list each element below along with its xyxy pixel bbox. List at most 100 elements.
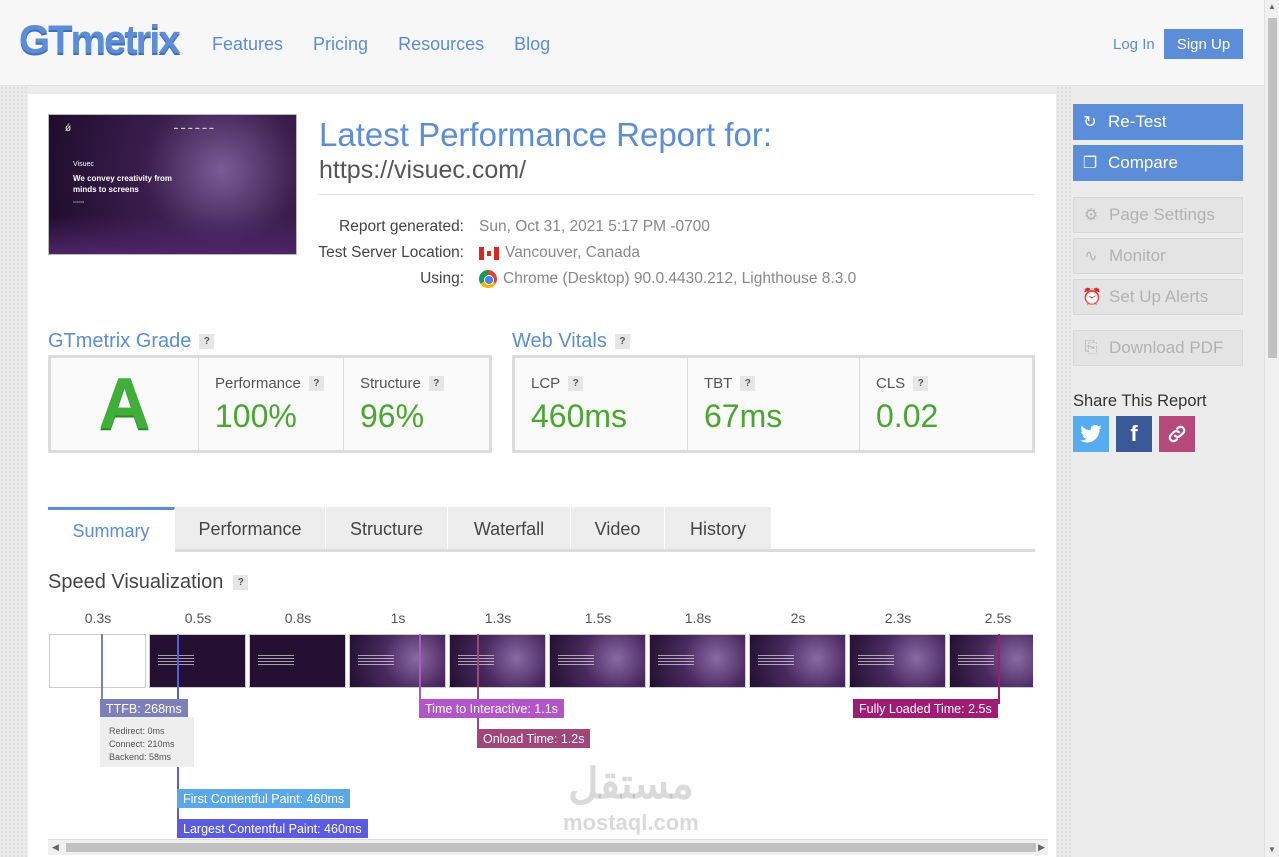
film-frame[interactable] <box>749 634 846 688</box>
frame-text <box>758 655 794 665</box>
login-link[interactable]: Log In <box>1113 36 1155 53</box>
lcp-value: 460ms <box>531 398 628 434</box>
time-label: 0.8s <box>284 610 312 626</box>
nav-pricing[interactable]: Pricing <box>313 34 368 55</box>
cls-cell: CLS ? 0.02 <box>860 358 1032 450</box>
film-frame[interactable] <box>549 634 646 688</box>
refresh-icon: ↻ <box>1083 114 1097 131</box>
retest-button[interactable]: ↻ Re-Test <box>1073 104 1243 140</box>
filmstrip-scrollbar[interactable]: ◀ ▶ <box>48 839 1048 855</box>
scroll-left-icon[interactable]: ◀ <box>52 842 59 853</box>
film-frame[interactable] <box>349 634 446 688</box>
ttfb-marker[interactable]: TTFB: 268ms <box>100 699 188 718</box>
gtmetrix-logo[interactable]: GTmetrix <box>19 18 181 63</box>
page-settings-button[interactable]: ⚙ Page Settings <box>1073 197 1243 233</box>
filmstrip-fade <box>1033 609 1056 857</box>
film-frame[interactable] <box>249 634 346 688</box>
grade-letter: A <box>98 364 151 444</box>
tab-history[interactable]: History <box>665 507 772 552</box>
film-frame[interactable] <box>49 634 146 688</box>
help-icon[interactable]: ? <box>199 334 215 349</box>
thumbnail-button: ▭▭▭ <box>73 199 85 204</box>
meta-row-location: Test Server Location: Vancouver, Canada <box>318 244 1039 270</box>
grade-section-title: GTmetrix Grade ? <box>48 330 215 353</box>
report-panel: ǿ ▬ ▬ ▬ ▬ ▬ ▬ Visuec We convey creativit… <box>28 94 1056 857</box>
time-label: 1.3s <box>484 610 512 626</box>
tab-performance[interactable]: Performance <box>175 507 326 552</box>
help-icon[interactable]: ? <box>614 334 630 349</box>
pdf-icon: ⎘ <box>1084 339 1098 356</box>
scroll-down-icon[interactable]: ▼ <box>1268 845 1276 854</box>
set-up-alerts-button[interactable]: ⏰ Set Up Alerts <box>1073 279 1243 315</box>
cls-label-wrap: CLS ? <box>876 375 929 392</box>
divider <box>319 194 1034 195</box>
monitor-button[interactable]: ∿ Monitor <box>1073 238 1243 274</box>
vitals-section-title: Web Vitals ? <box>512 330 630 353</box>
nav-features[interactable]: Features <box>212 34 283 55</box>
help-icon[interactable]: ? <box>740 376 756 391</box>
compare-button[interactable]: ❐ Compare <box>1073 145 1243 181</box>
tbt-value: 67ms <box>704 398 783 434</box>
signup-button[interactable]: Sign Up <box>1164 29 1243 59</box>
watermark: مستقل mostaql.com <box>563 760 699 838</box>
lcp-label-wrap: LCP ? <box>531 375 584 392</box>
fully-loaded-marker[interactable]: Fully Loaded Time: 2.5s <box>853 699 998 718</box>
help-icon[interactable]: ? <box>308 376 324 391</box>
meta-value-wrap: Chrome (Desktop) 90.0.4430.212, Lighthou… <box>479 270 856 288</box>
performance-cell: Performance ? 100% <box>199 358 344 450</box>
frame-text <box>458 655 494 665</box>
lcp-marker[interactable]: Largest Contentful Paint: 460ms <box>177 819 368 838</box>
fcp-marker[interactable]: First Contentful Paint: 460ms <box>177 789 351 808</box>
ttfb-redirect: Redirect: 0ms <box>109 726 165 736</box>
help-icon[interactable]: ? <box>428 376 444 391</box>
tab-waterfall[interactable]: Waterfall <box>448 507 571 552</box>
film-frame[interactable] <box>149 634 246 688</box>
tab-structure[interactable]: Structure <box>326 507 448 552</box>
time-label: 2s <box>790 610 806 626</box>
grade-cell: A <box>51 358 199 450</box>
tabs-divider <box>175 549 1035 552</box>
tbt-cell: TBT ? 67ms <box>688 358 860 450</box>
filmstrip[interactable] <box>48 634 1034 689</box>
filmstrip-times: 0.3s 0.5s 0.8s 1s 1.3s 1.5s 1.8s 2s 2.3s… <box>48 610 1034 630</box>
film-frame[interactable] <box>949 634 1034 688</box>
fully-loaded-line <box>998 634 1000 704</box>
ttfb-connect: Connect: 210ms <box>109 739 175 749</box>
performance-label-wrap: Performance ? <box>215 375 324 392</box>
tti-marker[interactable]: Time to Interactive: 1.1s <box>419 699 564 718</box>
vitals-title: Web Vitals <box>512 330 607 352</box>
report-url[interactable]: https://visuec.com/ <box>319 156 526 185</box>
scroll-up-icon[interactable]: ▲ <box>1268 2 1276 11</box>
twitter-icon[interactable] <box>1073 416 1109 452</box>
tab-summary[interactable]: Summary <box>48 507 175 552</box>
nav-resources[interactable]: Resources <box>398 34 484 55</box>
frame-text <box>258 655 294 665</box>
page-screenshot-thumbnail[interactable]: ǿ ▬ ▬ ▬ ▬ ▬ ▬ Visuec We convey creativit… <box>48 114 297 255</box>
grade-title: GTmetrix Grade <box>48 330 192 352</box>
pulse-icon: ∿ <box>1084 248 1098 265</box>
tab-video[interactable]: Video <box>571 507 665 552</box>
film-frame[interactable] <box>449 634 546 688</box>
scrollbar-thumb[interactable] <box>66 843 1036 852</box>
page-scrollbar[interactable]: ▲ ▼ <box>1264 0 1279 857</box>
meta-value-wrap: Vancouver, Canada <box>479 244 640 262</box>
structure-value: 96% <box>360 398 425 434</box>
scroll-right-icon[interactable]: ▶ <box>1038 842 1045 853</box>
download-pdf-button[interactable]: ⎘ Download PDF <box>1073 330 1243 366</box>
lcp-cell: LCP ? 460ms <box>515 358 688 450</box>
page-scrollbar-thumb[interactable] <box>1268 18 1277 358</box>
report-title: Latest Performance Report for: <box>319 116 773 153</box>
help-icon[interactable]: ? <box>913 376 929 391</box>
nav-blog[interactable]: Blog <box>514 34 550 55</box>
onload-marker[interactable]: Onload Time: 1.2s <box>477 729 591 748</box>
help-icon[interactable]: ? <box>233 575 249 590</box>
link-icon[interactable] <box>1159 416 1195 452</box>
frame-text <box>658 655 694 665</box>
film-frame[interactable] <box>649 634 746 688</box>
meta-label: Using: <box>420 270 464 287</box>
ttfb-breakdown: Redirect: 0ms Connect: 210ms Backend: 58… <box>100 717 194 767</box>
frame-text <box>858 655 894 665</box>
facebook-icon[interactable]: f <box>1116 416 1152 452</box>
film-frame[interactable] <box>849 634 946 688</box>
help-icon[interactable]: ? <box>568 376 584 391</box>
